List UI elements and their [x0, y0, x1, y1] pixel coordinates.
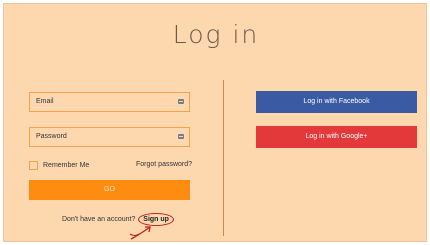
email-field[interactable]: Email	[29, 92, 190, 112]
facebook-login-button[interactable]: Log in with Facebook	[256, 91, 417, 113]
forgot-password-link[interactable]: Forgot password?	[136, 161, 192, 168]
page-title: Log in	[172, 20, 260, 49]
divider	[223, 80, 224, 236]
arrow-icon	[129, 226, 151, 240]
google-login-button[interactable]: Log in with Google+	[256, 126, 417, 148]
remember-label: Remember Me	[43, 161, 90, 169]
password-placeholder: Password	[36, 133, 67, 140]
card-icon	[178, 99, 184, 104]
remember-checkbox[interactable]	[29, 160, 38, 170]
go-button[interactable]: GO	[29, 180, 190, 200]
password-field[interactable]: Password	[29, 127, 190, 147]
no-account-text: Don't have an account?	[62, 216, 136, 223]
email-placeholder: Email	[36, 98, 54, 105]
card-icon	[178, 134, 184, 139]
login-panel: Log in Email Password Remember Me Forgot…	[3, 3, 427, 242]
remember-me[interactable]: Remember Me	[29, 160, 89, 170]
